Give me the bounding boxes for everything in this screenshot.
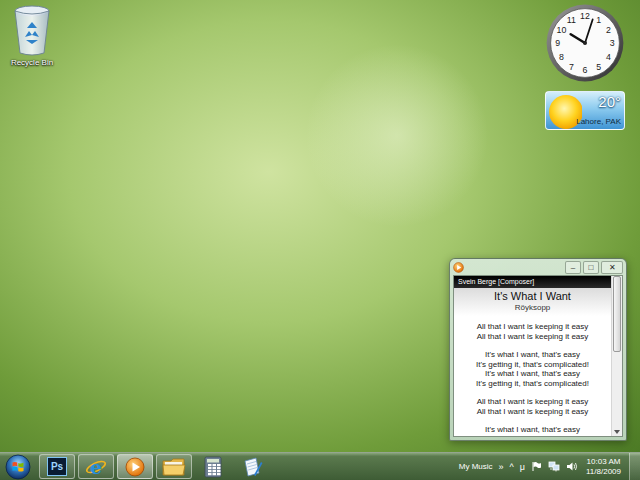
- lyrics-stanza: All that I want is keeping it easyAll th…: [477, 397, 589, 416]
- writer-icon: [241, 456, 263, 478]
- maximize-button[interactable]: □: [583, 261, 599, 274]
- clock-numeral: 10: [557, 25, 567, 35]
- lyrics-line: All that I want is keeping it easy: [477, 407, 589, 417]
- lyrics-line: It's what I want, that's easy: [485, 350, 580, 360]
- lyrics-stanza: It's what I want, that's easyIt's gettin…: [476, 350, 589, 388]
- internet-explorer-icon: e: [85, 457, 107, 477]
- desktop-icon-label: Recycle Bin: [11, 58, 53, 67]
- scroll-down-icon[interactable]: [614, 430, 620, 434]
- lyrics-line: All that I want is keeping it easy: [477, 397, 589, 407]
- minimize-button[interactable]: –: [565, 261, 581, 274]
- lyrics-line: It's getting it, that's complicated!: [476, 360, 589, 370]
- taskbar-button[interactable]: Ps: [39, 454, 75, 479]
- network-icon[interactable]: [548, 461, 560, 472]
- lyrics: All that I want is keeping it easyAll th…: [454, 316, 611, 435]
- minute-hand: [585, 19, 593, 43]
- calculator-icon: [204, 456, 222, 478]
- weather-gadget[interactable]: 20° Lahore, PAK: [545, 91, 625, 130]
- weather-location: Lahore, PAK: [576, 117, 621, 126]
- taskbar-button[interactable]: e: [78, 454, 114, 479]
- media-player-icon: [125, 457, 145, 477]
- scrollbar-thumb[interactable]: [613, 276, 621, 352]
- desktop: Recycle Bin 12 12 3 45678 9 1011 20° Lahore, PAK…: [0, 0, 640, 452]
- folder-icon: [162, 457, 186, 477]
- clock-numeral: 1: [596, 15, 601, 25]
- weather-temperature: 20°: [598, 93, 621, 110]
- start-button[interactable]: [2, 454, 34, 480]
- lyrics-line: It's what I want, that's easy: [485, 369, 580, 379]
- clock-gadget[interactable]: 12 12 3 45678 9 1011: [545, 3, 625, 83]
- scrollbar[interactable]: [611, 276, 622, 436]
- song-title: It's What I Want: [494, 290, 571, 303]
- clock-numeral: 11: [567, 15, 576, 25]
- recycle-bin-icon[interactable]: [11, 4, 53, 56]
- hour-hand: [571, 34, 585, 43]
- lyrics-stanza: All that I want is keeping it easyAll th…: [477, 322, 589, 341]
- tray-time: 10:03 AM: [587, 457, 621, 467]
- scroll-down-button[interactable]: [612, 427, 622, 436]
- clock-numeral: 3: [610, 38, 615, 48]
- taskbar-button[interactable]: [156, 454, 192, 479]
- toolbar-label[interactable]: My Music: [459, 462, 493, 471]
- composer-label: Svein Berge [Composer]: [454, 276, 611, 288]
- clock-numeral: 6: [583, 65, 588, 75]
- tray-clock[interactable]: 10:03 AM11/8/2009: [584, 457, 623, 477]
- song-info: It's What I WantRöyksopp: [454, 288, 611, 316]
- close-button[interactable]: ✕: [601, 261, 623, 274]
- song-artist: Röyksopp: [515, 303, 551, 313]
- clock-face-icon: 12 12 3 45678 9 1011: [545, 3, 625, 83]
- clock-numeral: 8: [559, 52, 564, 62]
- clock-numeral: 2: [606, 25, 611, 35]
- now-playing-panel: Svein Berge [Composer]It's What I WantRö…: [453, 275, 623, 437]
- show-hidden-icons-button[interactable]: ^: [510, 462, 514, 472]
- taskbar: Pse My Music » ^ μ 10:03 AM11/8/2009: [0, 452, 640, 480]
- toolbar-overflow-button[interactable]: »: [499, 462, 504, 472]
- input-indicator[interactable]: μ: [520, 462, 525, 472]
- lyrics-line: It's what I want, that's easy: [485, 425, 580, 435]
- lyrics-line: It's getting it, that's complicated!: [476, 379, 589, 389]
- screen: Recycle Bin 12 12 3 45678 9 1011 20° Lahore, PAK…: [0, 0, 640, 480]
- tray-date: 11/8/2009: [586, 467, 621, 477]
- clock-numeral: 5: [596, 62, 601, 72]
- lyrics-line: All that I want is keeping it easy: [477, 332, 589, 342]
- notification-area: My Music » ^ μ 10:03 AM11/8/2009: [459, 453, 640, 480]
- lyrics-stanza: It's what I want, that's easy: [485, 425, 580, 435]
- lyrics-line: All that I want is keeping it easy: [477, 322, 589, 332]
- media-player-icon: [453, 262, 464, 273]
- taskbar-button[interactable]: [195, 454, 231, 479]
- action-center-flag-icon[interactable]: [531, 461, 542, 472]
- clock-numeral: 12: [580, 11, 590, 21]
- photoshop-icon: Ps: [47, 457, 67, 476]
- clock-numeral: 4: [606, 52, 611, 62]
- show-desktop-button[interactable]: [629, 453, 640, 480]
- title-bar[interactable]: –□✕: [453, 259, 623, 275]
- clock-numeral: 7: [569, 62, 574, 72]
- volume-icon[interactable]: [566, 461, 578, 472]
- taskbar-button[interactable]: [117, 454, 153, 479]
- clock-numeral: 9: [555, 38, 560, 48]
- start-orb-icon[interactable]: [5, 454, 31, 480]
- media-player-window[interactable]: –□✕Svein Berge [Composer]It's What I Wan…: [449, 258, 627, 441]
- desktop-icon[interactable]: Recycle Bin: [4, 4, 60, 67]
- taskbar-button[interactable]: [234, 454, 270, 479]
